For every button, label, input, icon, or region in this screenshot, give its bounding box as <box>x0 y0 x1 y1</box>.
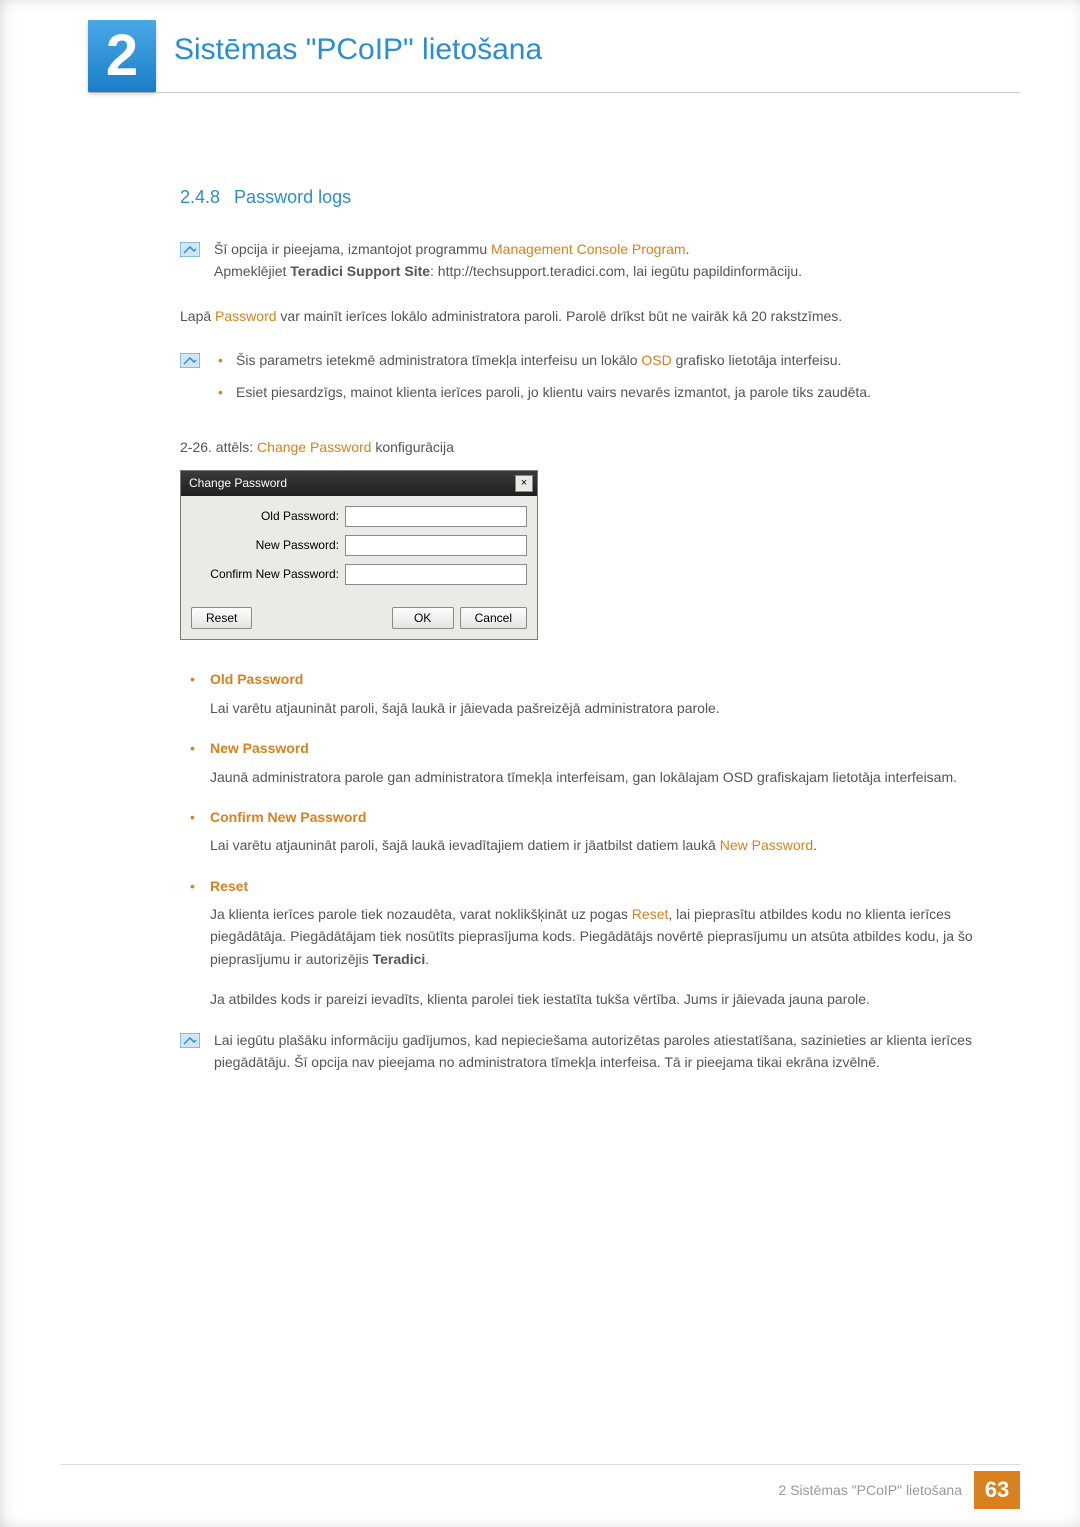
old-password-input[interactable] <box>345 506 527 527</box>
dialog-body: Old Password: New Password: Confirm New … <box>181 496 537 599</box>
param-desc: Lai varētu atjaunināt paroli, šajā laukā… <box>210 834 990 856</box>
param-desc: Lai varētu atjaunināt paroli, šajā laukā… <box>210 697 990 719</box>
param-item-old: Old Password Lai varētu atjaunināt parol… <box>180 668 990 719</box>
param-item-confirm: Confirm New Password Lai varētu atjaunin… <box>180 806 990 857</box>
old-password-label: Old Password: <box>191 507 345 526</box>
page-header: 2 Sistēmas "PCoIP" lietošana <box>0 0 1080 92</box>
highlight-text: Management Console Program <box>491 241 686 257</box>
page-content: 2.4.8 Password logs Šī opcija ir pieejama… <box>0 93 1080 1073</box>
close-icon[interactable]: × <box>515 475 533 492</box>
note-bullet: Esiet piesardzīgs, mainot klienta ierīce… <box>214 381 990 403</box>
figure-caption: 2-26. attēls: Change Password konfigurāc… <box>180 436 990 458</box>
dialog-title-text: Change Password <box>189 474 287 493</box>
param-item-reset: Reset Ja klienta ierīces parole tiek noz… <box>180 875 990 1011</box>
note-text: Šī opcija ir pieejama, izmantojot progra… <box>214 238 990 283</box>
note-block-2: Šis parametrs ietekmē administratora tīm… <box>180 349 990 414</box>
note-block-1: Šī opcija ir pieejama, izmantojot progra… <box>180 238 990 283</box>
param-desc: Ja klienta ierīces parole tiek nozaudēta… <box>210 903 990 970</box>
page-number: 63 <box>974 1471 1020 1509</box>
param-title: Old Password <box>210 668 990 690</box>
section-heading: 2.4.8 Password logs <box>180 183 990 212</box>
confirm-password-label: Confirm New Password: <box>191 565 345 584</box>
confirm-password-input[interactable] <box>345 564 527 585</box>
param-item-new: New Password Jaunā administratora parole… <box>180 737 990 788</box>
param-title: New Password <box>210 737 990 759</box>
param-title: Reset <box>210 875 990 897</box>
param-title: Confirm New Password <box>210 806 990 828</box>
chapter-number-box: 2 <box>88 20 156 92</box>
section-number: 2.4.8 <box>180 187 220 207</box>
cancel-button[interactable]: Cancel <box>460 607 527 629</box>
note-icon <box>180 241 200 256</box>
note-icon <box>180 352 200 367</box>
footer-rule <box>60 1464 1020 1465</box>
chapter-number: 2 <box>106 10 138 103</box>
param-desc: Ja atbildes kods ir pareizi ievadīts, kl… <box>210 988 990 1010</box>
new-password-label: New Password: <box>191 536 345 555</box>
ok-button[interactable]: OK <box>392 607 454 629</box>
note-text: Šis parametrs ietekmē administratora tīm… <box>214 349 990 414</box>
new-password-input[interactable] <box>345 535 527 556</box>
parameter-list: Old Password Lai varētu atjaunināt parol… <box>180 668 990 1010</box>
chapter-title: Sistēmas "PCoIP" lietošana <box>174 26 542 74</box>
reset-button[interactable]: Reset <box>191 607 252 629</box>
intro-paragraph: Lapā Password var mainīt ierīces lokālo … <box>180 305 990 327</box>
document-page: 2 Sistēmas "PCoIP" lietošana 2.4.8 Passwo… <box>0 0 1080 1527</box>
note-bullet: Šis parametrs ietekmē administratora tīm… <box>214 349 990 371</box>
page-footer: 2 Sistēmas "PCoIP" lietošana 63 <box>779 1471 1020 1509</box>
dialog-titlebar: Change Password × <box>181 471 537 496</box>
footer-text: 2 Sistēmas "PCoIP" lietošana <box>779 1479 962 1501</box>
param-desc: Jaunā administratora parole gan administ… <box>210 766 990 788</box>
note-text: Lai iegūtu plašāku informāciju gadījumos… <box>214 1029 990 1074</box>
change-password-dialog: Change Password × Old Password: New Pass… <box>180 470 538 640</box>
note-icon <box>180 1032 200 1047</box>
section-title: Password logs <box>234 187 351 207</box>
note-block-3: Lai iegūtu plašāku informāciju gadījumos… <box>180 1029 990 1074</box>
